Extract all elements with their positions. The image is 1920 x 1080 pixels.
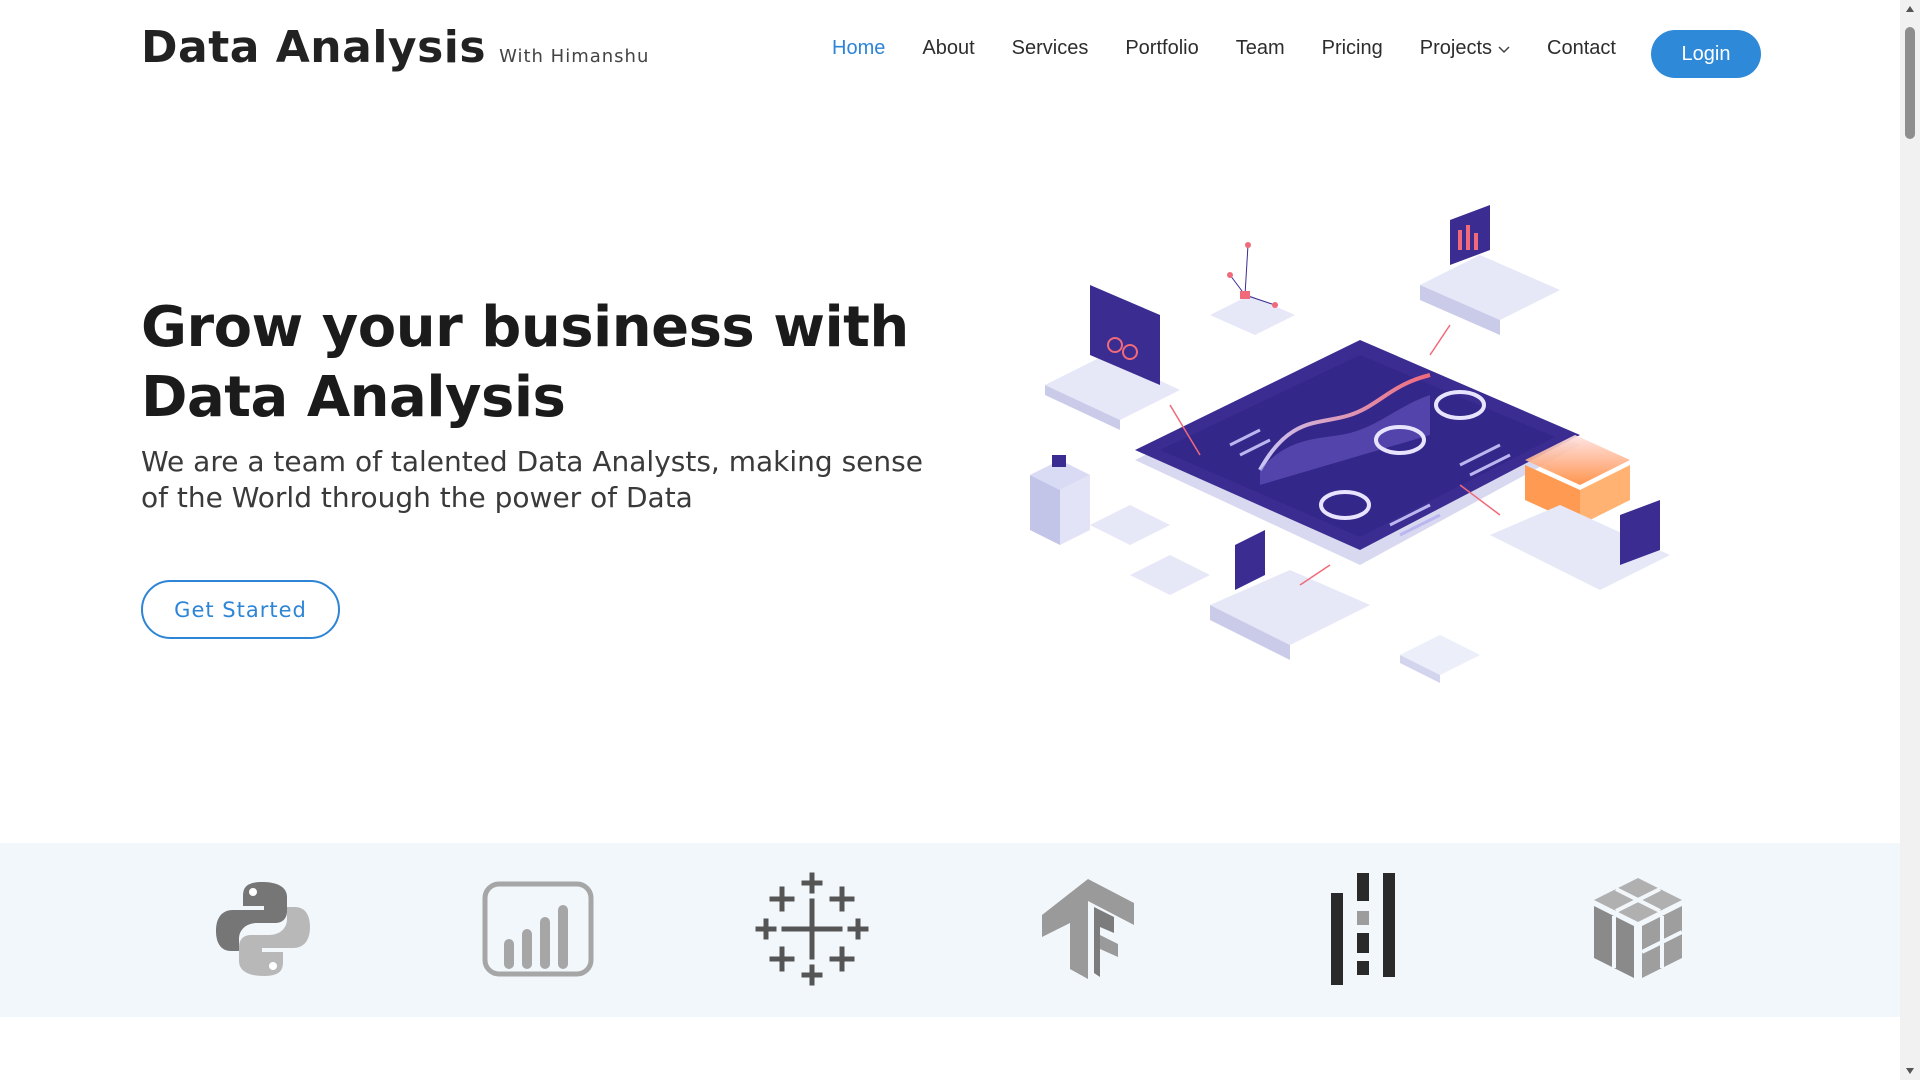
python-logo-icon <box>203 869 323 989</box>
hero-title: Grow your business with Data Analysis <box>141 295 909 430</box>
nav-projects-dropdown[interactable]: Projects <box>1420 37 1510 60</box>
scroll-down-arrow-icon[interactable] <box>1900 1062 1920 1080</box>
nav-contact[interactable]: Contact <box>1547 37 1616 60</box>
numpy-logo-icon <box>1578 869 1698 989</box>
site-header: Data Analysis With Himanshu Home About S… <box>0 0 1900 108</box>
hero-subtitle: We are a team of talented Data Analysts,… <box>141 445 923 514</box>
nav-services[interactable]: Services <box>1012 37 1089 60</box>
brand-title: Data Analysis <box>141 22 487 73</box>
tech-logos-strip <box>0 843 1900 1017</box>
scrollbar-thumb[interactable] <box>1905 27 1915 139</box>
tableau-logo-icon <box>752 869 872 989</box>
get-started-button[interactable]: Get Started <box>141 580 340 639</box>
isometric-data-dashboard-illustration <box>1030 205 1670 683</box>
nav-about[interactable]: About <box>922 37 974 60</box>
nav-projects-label: Projects <box>1419 37 1492 59</box>
main-nav: Home About Services Portfolio Team Prici… <box>832 37 1653 60</box>
nav-home[interactable]: Home <box>832 37 885 60</box>
tensorflow-logo-icon <box>1028 869 1148 989</box>
scroll-up-arrow-icon[interactable] <box>1900 0 1920 18</box>
brand-logo[interactable]: Data Analysis With Himanshu <box>141 22 649 73</box>
nav-portfolio[interactable]: Portfolio <box>1125 37 1198 60</box>
pandas-logo-icon <box>1303 869 1423 989</box>
power-bi-logo-icon <box>478 869 598 989</box>
nav-team[interactable]: Team <box>1236 37 1285 60</box>
nav-pricing[interactable]: Pricing <box>1322 37 1383 60</box>
page-scrollbar[interactable] <box>1900 0 1920 1080</box>
login-button[interactable]: Login <box>1651 30 1761 78</box>
brand-subtitle: With Himanshu <box>499 46 650 67</box>
chevron-down-icon <box>1498 45 1510 53</box>
